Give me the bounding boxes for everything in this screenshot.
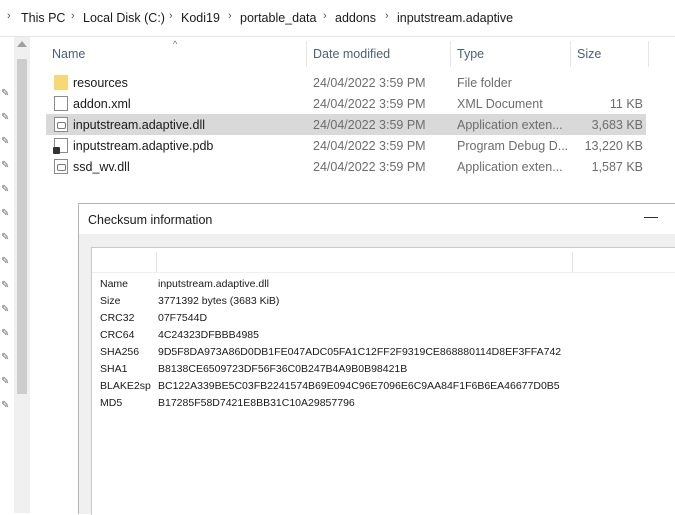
file-date: 24/04/2022 3:59 PM — [313, 97, 426, 111]
pin-icon[interactable]: ✎ — [1, 281, 11, 291]
column-divider[interactable] — [450, 41, 451, 67]
pin-icon[interactable]: ✎ — [1, 401, 11, 411]
breadcrumb-local-disk[interactable]: Local Disk (C:) — [83, 11, 165, 25]
dialog-title: Checksum information — [88, 213, 213, 227]
file-size: 1,587 KB — [591, 160, 643, 174]
checksum-key: CRC32 — [100, 312, 135, 324]
pin-icon[interactable]: ✎ — [1, 329, 11, 339]
file-size: 13,220 KB — [584, 139, 643, 153]
chevron-right-icon[interactable]: › — [228, 10, 232, 22]
pin-icon[interactable]: ✎ — [1, 113, 11, 123]
chevron-right-icon[interactable]: › — [169, 10, 173, 22]
pin-icon[interactable]: ✎ — [1, 137, 11, 147]
checksum-list-header — [92, 248, 675, 273]
file-type: Application exten... — [457, 118, 563, 132]
pin-icon[interactable]: ✎ — [1, 185, 11, 195]
file-date: 24/04/2022 3:59 PM — [313, 118, 426, 132]
breadcrumb-inputstream-adaptive[interactable]: inputstream.adaptive — [397, 11, 513, 25]
breadcrumb-portable-data[interactable]: portable_data — [240, 11, 316, 25]
column-divider[interactable] — [570, 41, 571, 67]
file-date: 24/04/2022 3:59 PM — [313, 160, 426, 174]
column-header-bar: Name Date modified Type Size — [30, 37, 675, 70]
column-header-date[interactable]: Date modified — [313, 47, 390, 61]
dll-icon — [54, 159, 68, 174]
dll-icon — [54, 117, 68, 132]
column-divider[interactable] — [306, 41, 307, 67]
checksum-list: Name inputstream.adaptive.dll Size 37713… — [91, 247, 675, 515]
minimize-button[interactable]: — — [644, 208, 658, 224]
pin-icon[interactable]: ✎ — [1, 377, 11, 387]
file-date: 24/04/2022 3:59 PM — [313, 76, 426, 90]
chevron-right-icon[interactable]: › — [7, 10, 11, 22]
checksum-key: SHA1 — [100, 363, 128, 375]
checksum-key: Size — [100, 295, 121, 307]
column-divider[interactable] — [572, 252, 573, 272]
file-name: inputstream.adaptive.dll — [73, 118, 206, 132]
checksum-key: CRC64 — [100, 329, 135, 341]
sort-ascending-icon: ^ — [173, 39, 178, 49]
checksum-dialog: Checksum information — Name inputstream.… — [78, 203, 675, 515]
pdb-icon — [53, 138, 68, 154]
file-type: Application exten... — [457, 160, 563, 174]
column-divider[interactable] — [648, 41, 649, 67]
folder-icon — [54, 75, 68, 90]
scrollbar-thumb[interactable] — [17, 59, 27, 394]
checksum-value: inputstream.adaptive.dll — [158, 278, 269, 290]
pin-icon[interactable]: ✎ — [1, 233, 11, 243]
checksum-value: 3771392 bytes (3683 KiB) — [158, 295, 280, 307]
breadcrumb-kodi19[interactable]: Kodi19 — [181, 11, 220, 25]
checksum-key: Name — [100, 278, 129, 290]
file-name: resources — [73, 76, 128, 90]
pin-icon[interactable]: ✎ — [1, 89, 11, 99]
pin-icon[interactable]: ✎ — [1, 257, 11, 267]
column-header-name[interactable]: Name — [52, 47, 85, 61]
column-header-type[interactable]: Type — [457, 47, 484, 61]
checksum-key: BLAKE2sp — [100, 380, 151, 392]
file-row-selected[interactable]: inputstream.adaptive.dll 24/04/2022 3:59… — [46, 114, 646, 135]
file-row[interactable]: resources 24/04/2022 3:59 PM File folder — [46, 72, 646, 93]
pin-icon[interactable]: ✎ — [1, 161, 11, 171]
file-row[interactable]: addon.xml 24/04/2022 3:59 PM XML Documen… — [46, 93, 646, 114]
checksum-value: B8138CE6509723DF56F36C0B247B4A9B0B98421B — [158, 363, 408, 375]
pin-icon[interactable]: ✎ — [1, 305, 11, 315]
column-divider[interactable] — [156, 252, 157, 272]
chevron-right-icon[interactable]: › — [323, 10, 327, 22]
checksum-key: SHA256 — [100, 346, 140, 358]
file-row[interactable]: ssd_wv.dll 24/04/2022 3:59 PM Applicatio… — [46, 156, 646, 177]
navigation-pane: ✎ ✎ ✎ ✎ ✎ ✎ ✎ ✎ ✎ ✎ ✎ ✎ ✎ ✎ — [0, 37, 14, 513]
file-name: inputstream.adaptive.pdb — [73, 139, 214, 153]
address-bar[interactable]: › This PC › Local Disk (C:) › Kodi19 › p… — [0, 0, 675, 37]
breadcrumb-this-pc[interactable]: This PC — [21, 11, 65, 25]
column-header-size[interactable]: Size — [577, 47, 601, 61]
checksum-value: 9D5F8DA973A86D0DB1FE047ADC05FA1C12FF2F93… — [158, 346, 562, 358]
checksum-value: 07F7544D — [158, 312, 208, 324]
file-name: ssd_wv.dll — [73, 160, 130, 174]
file-type: File folder — [457, 76, 512, 90]
scroll-up-arrow-icon[interactable] — [17, 41, 27, 47]
checksum-value: 4C24323DFBBB4985 — [158, 329, 259, 341]
file-name: addon.xml — [73, 97, 131, 111]
checksum-value: B17285F58D7421E8BB31C10A29857796 — [158, 397, 355, 409]
file-size: 3,683 KB — [591, 118, 643, 132]
navigation-scrollbar[interactable] — [14, 37, 30, 513]
checksum-value: BC122A339BE5C03FB2241574B69E094C96E7096E… — [158, 380, 560, 392]
file-type: XML Document — [457, 97, 543, 111]
pin-icon[interactable]: ✎ — [1, 209, 11, 219]
document-icon — [54, 96, 68, 111]
pin-icon[interactable]: ✎ — [1, 353, 11, 363]
file-date: 24/04/2022 3:59 PM — [313, 139, 426, 153]
chevron-right-icon[interactable]: › — [385, 10, 389, 22]
file-type: Program Debug D... — [457, 139, 569, 153]
dialog-title-bar[interactable]: Checksum information — — [79, 204, 675, 234]
file-row[interactable]: inputstream.adaptive.pdb 24/04/2022 3:59… — [46, 135, 646, 156]
checksum-key: MD5 — [100, 397, 123, 409]
chevron-right-icon[interactable]: › — [71, 10, 75, 22]
file-size: 11 KB — [609, 97, 643, 111]
breadcrumb-addons[interactable]: addons — [335, 11, 376, 25]
